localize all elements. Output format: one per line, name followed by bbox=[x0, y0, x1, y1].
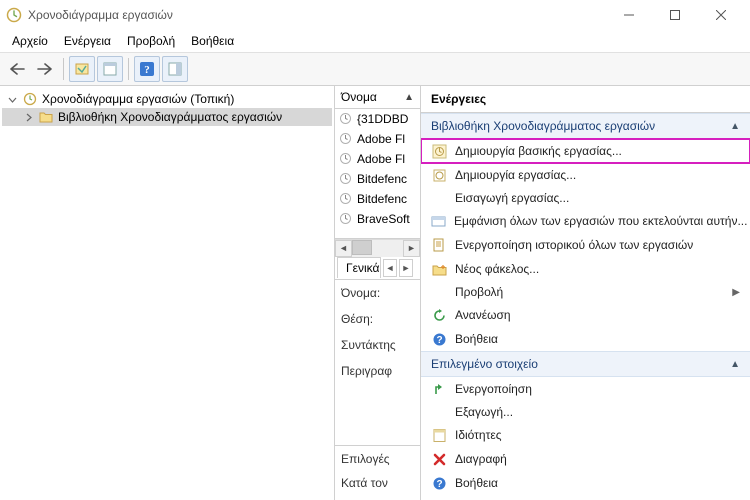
clock-icon bbox=[339, 192, 353, 206]
tree-library-label: Βιβλιοθήκη Χρονοδιαγράμματος εργασιών bbox=[58, 110, 282, 124]
action-properties[interactable]: Ιδιότητες bbox=[421, 423, 750, 447]
tab-next[interactable]: ► bbox=[399, 259, 413, 277]
wizard-icon bbox=[431, 143, 447, 159]
task-list: {31DDBD Adobe Fl Adobe Fl Bitdefenc Bitd… bbox=[335, 109, 420, 239]
scope-button[interactable] bbox=[69, 56, 95, 82]
svg-text:?: ? bbox=[436, 335, 442, 346]
actions-title: Ενέργειες bbox=[421, 86, 750, 113]
action-create-basic-task[interactable]: Δημιουργία βασικής εργασίας... bbox=[421, 139, 750, 163]
label-options: Επιλογές bbox=[341, 452, 414, 466]
action-help-2[interactable]: ? Βοήθεια bbox=[421, 471, 750, 495]
help-button[interactable]: ? bbox=[134, 56, 160, 82]
chevron-up-icon: ▲ bbox=[730, 121, 740, 132]
back-button[interactable] bbox=[4, 56, 30, 82]
options-panel: Επιλογές Κατά τον bbox=[335, 445, 420, 500]
tree-pane: Χρονοδιάγραμμα εργασιών (Τοπική) Βιβλιοθ… bbox=[0, 86, 335, 500]
label-location: Θέση: bbox=[341, 312, 414, 326]
help-icon: ? bbox=[431, 331, 447, 347]
task-row[interactable]: BraveSoft bbox=[335, 209, 420, 229]
properties-pane-button[interactable] bbox=[97, 56, 123, 82]
list-header-name[interactable]: Όνομα ▲ bbox=[335, 86, 420, 109]
titlebar: Χρονοδιάγραμμα εργασιών bbox=[0, 0, 750, 30]
action-refresh[interactable]: Ανανέωση bbox=[421, 303, 750, 327]
task-row[interactable]: Bitdefenc bbox=[335, 169, 420, 189]
task-row[interactable]: {31DDBD bbox=[335, 109, 420, 129]
window-title: Χρονοδιάγραμμα εργασιών bbox=[28, 8, 606, 22]
actions-pane: Ενέργειες Βιβλιοθήκη Χρονοδιαγράμματος ε… bbox=[421, 86, 750, 500]
history-icon bbox=[431, 237, 447, 253]
menu-action[interactable]: Ενέργεια bbox=[56, 32, 119, 50]
actions-group-selected[interactable]: Επιλεγμένο στοιχείο ▲ bbox=[421, 351, 750, 377]
app-icon bbox=[6, 7, 22, 23]
action-export[interactable]: Εξαγωγή... bbox=[421, 401, 750, 423]
clock-icon bbox=[22, 91, 38, 107]
task-row[interactable]: Adobe Fl bbox=[335, 149, 420, 169]
middle-pane: Όνομα ▲ {31DDBD Adobe Fl Adobe Fl Bitdef… bbox=[335, 86, 421, 500]
label-author: Συντάκτης bbox=[341, 338, 414, 352]
action-new-folder[interactable]: Νέος φάκελος... bbox=[421, 257, 750, 281]
chevron-right-icon: ▶ bbox=[732, 287, 740, 298]
tab-general[interactable]: Γενικά bbox=[337, 257, 381, 278]
toolbar: ? bbox=[0, 52, 750, 86]
label-kata: Κατά τον bbox=[341, 476, 414, 490]
task-row[interactable]: Adobe Fl bbox=[335, 129, 420, 149]
separator bbox=[128, 58, 129, 80]
running-tasks-icon bbox=[431, 213, 446, 229]
scroll-right-icon[interactable]: ► bbox=[403, 240, 420, 257]
svg-text:?: ? bbox=[144, 64, 150, 76]
chevron-up-icon: ▲ bbox=[730, 359, 740, 370]
run-icon bbox=[431, 381, 447, 397]
maximize-button[interactable] bbox=[652, 0, 698, 30]
action-help[interactable]: ? Βοήθεια bbox=[421, 327, 750, 351]
details-tabs: Γενικά ◄ ► bbox=[335, 256, 420, 280]
actions-group-library[interactable]: Βιβλιοθήκη Χρονοδιαγράμματος εργασιών ▲ bbox=[421, 113, 750, 139]
list-hscroll[interactable]: ◄ ► bbox=[335, 239, 420, 256]
label-name: Όνομα: bbox=[341, 286, 414, 300]
minimize-button[interactable] bbox=[606, 0, 652, 30]
sort-asc-icon: ▲ bbox=[404, 92, 414, 103]
help-icon: ? bbox=[431, 475, 447, 491]
action-import-task[interactable]: Εισαγωγή εργασίας... bbox=[421, 187, 750, 209]
action-create-task[interactable]: Δημιουργία εργασίας... bbox=[421, 163, 750, 187]
menu-file[interactable]: Αρχείο bbox=[4, 32, 56, 50]
tree-root[interactable]: Χρονοδιάγραμμα εργασιών (Τοπική) bbox=[2, 90, 332, 108]
menubar: Αρχείο Ενέργεια Προβολή Βοήθεια bbox=[0, 30, 750, 52]
clock-icon bbox=[339, 172, 353, 186]
details-panel: Όνομα: Θέση: Συντάκτης Περιγραφ bbox=[335, 280, 420, 390]
tree-library[interactable]: Βιβλιοθήκη Χρονοδιαγράμματος εργασιών bbox=[2, 108, 332, 126]
task-row[interactable]: Bitdefenc bbox=[335, 189, 420, 209]
close-button[interactable] bbox=[698, 0, 744, 30]
scroll-left-icon[interactable]: ◄ bbox=[335, 240, 352, 257]
actions-pane-button[interactable] bbox=[162, 56, 188, 82]
new-folder-icon bbox=[431, 261, 447, 277]
separator bbox=[63, 58, 64, 80]
action-view[interactable]: Προβολή ▶ bbox=[421, 281, 750, 303]
menu-view[interactable]: Προβολή bbox=[119, 32, 183, 50]
label-description: Περιγραφ bbox=[341, 364, 414, 378]
clock-icon bbox=[339, 112, 353, 126]
action-delete[interactable]: Διαγραφή bbox=[421, 447, 750, 471]
forward-button[interactable] bbox=[32, 56, 58, 82]
clock-icon bbox=[339, 152, 353, 166]
refresh-icon bbox=[431, 307, 447, 323]
folder-icon bbox=[38, 109, 54, 125]
expand-icon[interactable] bbox=[22, 111, 34, 123]
clock-icon bbox=[339, 212, 353, 226]
delete-icon bbox=[431, 451, 447, 467]
task-icon bbox=[431, 167, 447, 183]
svg-text:?: ? bbox=[436, 479, 442, 490]
tab-prev[interactable]: ◄ bbox=[383, 259, 397, 277]
collapse-icon[interactable] bbox=[6, 93, 18, 105]
action-show-running[interactable]: Εμφάνιση όλων των εργασιών που εκτελούντ… bbox=[421, 209, 750, 233]
action-enable-history[interactable]: Ενεργοποίηση ιστορικού όλων των εργασιών bbox=[421, 233, 750, 257]
action-run[interactable]: Ενεργοποίηση bbox=[421, 377, 750, 401]
clock-icon bbox=[339, 132, 353, 146]
properties-icon bbox=[431, 427, 447, 443]
tree-root-label: Χρονοδιάγραμμα εργασιών (Τοπική) bbox=[42, 92, 234, 106]
menu-help[interactable]: Βοήθεια bbox=[183, 32, 242, 50]
